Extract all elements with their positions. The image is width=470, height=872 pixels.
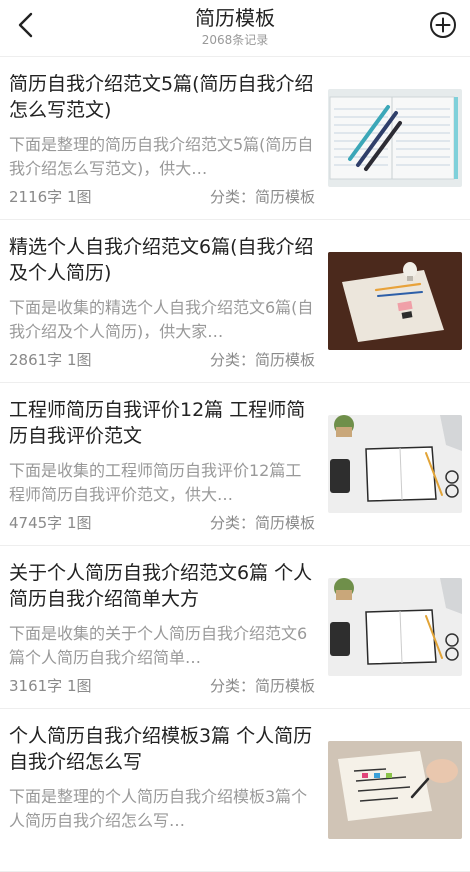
category-label: 分类： bbox=[209, 351, 255, 369]
word-count: 3161字 bbox=[9, 677, 63, 695]
word-count: 4745字 bbox=[9, 514, 63, 532]
writing-hand-image bbox=[328, 741, 462, 839]
category-label: 分类： bbox=[209, 677, 255, 695]
notebook-pens-image bbox=[328, 89, 462, 187]
article-title[interactable]: 精选个人自我介绍范文6篇(自我介绍及个人简历) bbox=[9, 234, 315, 286]
category-link[interactable]: 简历模板 bbox=[255, 514, 315, 532]
add-button[interactable] bbox=[428, 10, 458, 40]
article-title[interactable]: 个人简历自我介绍模板3篇 个人简历自我介绍怎么写 bbox=[9, 723, 315, 775]
word-count: 2116字 bbox=[9, 188, 63, 206]
article-title[interactable]: 关于个人简历自我介绍范文6篇 个人简历自我介绍简单大方 bbox=[9, 560, 315, 612]
article-item[interactable]: 关于个人简历自我介绍范文6篇 个人简历自我介绍简单大方 下面是收集的关于个人简历… bbox=[0, 546, 470, 709]
article-text: 个人简历自我介绍模板3篇 个人简历自我介绍怎么写 下面是整理的个人简历自我介绍模… bbox=[9, 723, 315, 833]
image-count: 1图 bbox=[66, 514, 92, 532]
category-link[interactable]: 简历模板 bbox=[255, 677, 315, 695]
image-count: 1图 bbox=[66, 188, 92, 206]
article-summary: 下面是整理的简历自我介绍范文5篇(简历自我介绍怎么写范文)，供大… bbox=[9, 135, 314, 178]
image-count: 1图 bbox=[66, 677, 92, 695]
article-summary: 下面是收集的关于个人简历自我介绍范文6篇个人简历自我介绍简单… bbox=[9, 624, 308, 667]
plus-circle-icon bbox=[430, 12, 456, 38]
article-summary: 下面是收集的精选个人自我介绍范文6篇(自我介绍及个人简历)，供大家… bbox=[9, 298, 314, 341]
article-thumbnail[interactable] bbox=[328, 252, 462, 350]
category-label: 分类： bbox=[209, 514, 255, 532]
page-title: 简历模板 bbox=[195, 6, 275, 30]
desk-notebook-image bbox=[328, 415, 462, 513]
top-bar: 简历模板 2068条记录 bbox=[0, 0, 470, 57]
article-thumbnail[interactable] bbox=[328, 578, 462, 676]
article-text: 简历自我介绍范文5篇(简历自我介绍怎么写范文) 下面是整理的简历自我介绍范文5篇… bbox=[9, 71, 315, 181]
category-label: 分类： bbox=[209, 188, 255, 206]
category-link[interactable]: 简历模板 bbox=[255, 351, 315, 369]
article-text: 关于个人简历自我介绍范文6篇 个人简历自我介绍简单大方 下面是收集的关于个人简历… bbox=[9, 560, 315, 670]
article-item[interactable]: 简历自我介绍范文5篇(简历自我介绍怎么写范文) 下面是整理的简历自我介绍范文5篇… bbox=[0, 57, 470, 220]
article-item[interactable]: 精选个人自我介绍范文6篇(自我介绍及个人简历) 下面是收集的精选个人自我介绍范文… bbox=[0, 220, 470, 383]
paper-bulb-image bbox=[328, 252, 462, 350]
image-count: 1图 bbox=[66, 351, 92, 369]
article-title[interactable]: 简历自我介绍范文5篇(简历自我介绍怎么写范文) bbox=[9, 71, 315, 123]
desk-notebook-image bbox=[328, 578, 462, 676]
article-thumbnail[interactable] bbox=[328, 741, 462, 839]
record-count: 2068条记录 bbox=[201, 33, 269, 47]
article-text: 精选个人自我介绍范文6篇(自我介绍及个人简历) 下面是收集的精选个人自我介绍范文… bbox=[9, 234, 315, 344]
article-list: 简历自我介绍范文5篇(简历自我介绍怎么写范文) 下面是整理的简历自我介绍范文5篇… bbox=[0, 57, 470, 872]
article-summary: 下面是收集的工程师简历自我评价12篇工程师简历自我评价范文，供大… bbox=[9, 461, 302, 504]
article-title[interactable]: 工程师简历自我评价12篇 工程师简历自我评价范文 bbox=[9, 397, 315, 449]
word-count: 2861字 bbox=[9, 351, 63, 369]
article-item[interactable]: 个人简历自我介绍模板3篇 个人简历自我介绍怎么写 下面是整理的个人简历自我介绍模… bbox=[0, 709, 470, 872]
article-text: 工程师简历自我评价12篇 工程师简历自我评价范文 下面是收集的工程师简历自我评价… bbox=[9, 397, 315, 507]
article-thumbnail[interactable] bbox=[328, 89, 462, 187]
article-summary: 下面是整理的个人简历自我介绍模板3篇个人简历自我介绍怎么写… bbox=[9, 787, 308, 830]
category-link[interactable]: 简历模板 bbox=[255, 188, 315, 206]
article-thumbnail[interactable] bbox=[328, 415, 462, 513]
article-item[interactable]: 工程师简历自我评价12篇 工程师简历自我评价范文 下面是收集的工程师简历自我评价… bbox=[0, 383, 470, 546]
